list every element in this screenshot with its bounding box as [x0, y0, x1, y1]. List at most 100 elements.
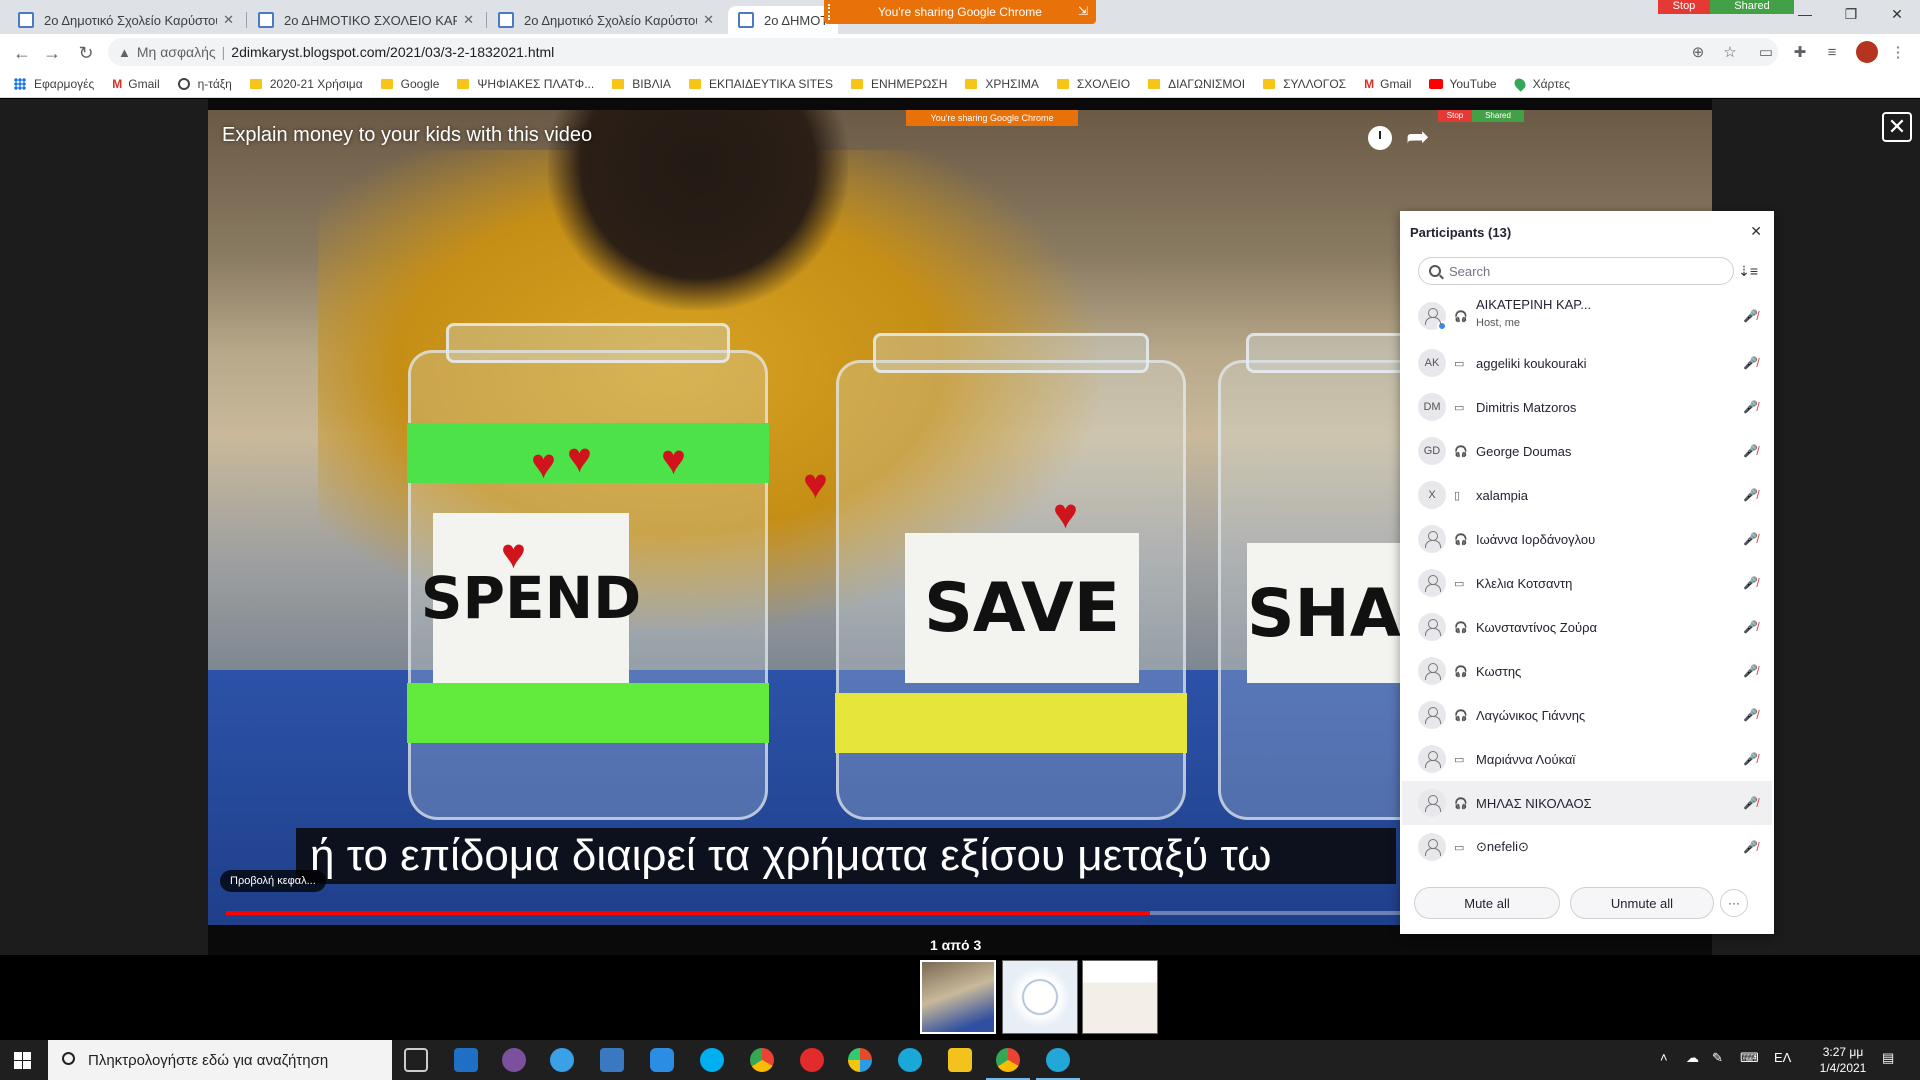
participant-row[interactable]: ▭ Κλελια Κοτσαντη 🎤̸	[1402, 561, 1772, 605]
participant-row[interactable]: AK ▭ aggeliki koukouraki 🎤̸	[1402, 341, 1772, 385]
onedrive-tray-icon[interactable]: ☁	[1686, 1050, 1699, 1066]
profile-avatar[interactable]	[1856, 41, 1878, 63]
menu-kebab-icon[interactable]: ⋮	[1888, 42, 1908, 62]
participant-row[interactable]: 🎧 ΜΗΛΑΣ ΝΙΚΟΛΑΟΣ 🎤̸	[1402, 781, 1772, 825]
chrome-icon[interactable]	[750, 1048, 774, 1072]
reading-list-icon[interactable]: ≡	[1822, 42, 1842, 62]
bookmark-youtube[interactable]: YouTube	[1429, 77, 1497, 91]
back-arrow-icon[interactable]: ←	[10, 41, 34, 65]
participant-row[interactable]: 🎧 Κωνσταντίνος Ζούρα 🎤̸	[1402, 605, 1772, 649]
thumbnail-2[interactable]	[1002, 960, 1078, 1034]
reload-icon[interactable]: ↻	[74, 41, 98, 65]
bookmark-star-icon[interactable]: ☆	[1720, 42, 1740, 62]
participant-row[interactable]: ▭ ⊙nefeli⊙ 🎤̸	[1402, 825, 1772, 869]
edge-browser-icon[interactable]	[898, 1048, 922, 1072]
bookmark-folder[interactable]: ΨΗΦΙΑΚΕΣ ΠΛΑΤΦ...	[457, 77, 594, 91]
muted-mic-icon[interactable]: 🎤̸	[1743, 309, 1758, 323]
participant-row[interactable]: 🎧 Ιωάννα Ιορδάνογλου 🎤̸	[1402, 517, 1772, 561]
url-text[interactable]: 2dimkaryst.blogspot.com/2021/03/3-2-1832…	[231, 44, 554, 60]
zoom-meeting-icon[interactable]	[1046, 1048, 1070, 1072]
muted-mic-icon[interactable]: 🎤̸	[1743, 356, 1758, 370]
drag-handle-icon[interactable]	[828, 4, 832, 20]
address-bar[interactable]: ▲ Μη ασφαλής | 2dimkaryst.blogspot.com/2…	[108, 38, 1778, 66]
sort-list-icon[interactable]: ⇣≡	[1738, 263, 1758, 280]
bookmark-folder[interactable]: ΒΙΒΛΙΑ	[612, 77, 671, 91]
show-hidden-icons-chevron-icon[interactable]: ˄	[1660, 1050, 1668, 1065]
muted-mic-icon[interactable]: 🎤̸	[1743, 488, 1758, 502]
tab-close-icon[interactable]: ✕	[703, 12, 714, 28]
onedrive-cloud-icon[interactable]	[650, 1048, 674, 1072]
participant-row[interactable]: GD 🎧 George Doumas 🎤̸	[1402, 429, 1772, 473]
extensions-icon[interactable]: ✚	[1790, 42, 1810, 62]
close-lightbox-icon[interactable]: ✕	[1882, 112, 1912, 142]
muted-mic-icon[interactable]: 🎤̸	[1743, 532, 1758, 546]
chrome-active-icon[interactable]	[996, 1048, 1020, 1072]
bookmark-folder[interactable]: 2020-21 Χρήσιμα	[249, 77, 363, 91]
media-player-icon[interactable]	[800, 1048, 824, 1072]
more-options-button[interactable]: ···	[1720, 889, 1748, 917]
bookmark-folder[interactable]: ΕΚΠΑΙΔΕΥΤΙΚΑ SITES	[688, 77, 833, 91]
forward-arrow-icon[interactable]: →	[40, 41, 64, 65]
browser-tab-3[interactable]: 2ο Δημοτικό Σχολείο Καρύστου ✕	[488, 6, 724, 34]
tab-close-icon[interactable]: ✕	[463, 12, 474, 28]
viber-icon[interactable]	[502, 1048, 526, 1072]
unpin-icon[interactable]: ⇲	[1078, 4, 1088, 18]
muted-mic-icon[interactable]: 🎤̸	[1743, 796, 1758, 810]
stop-share-button[interactable]: Stop	[1658, 0, 1710, 14]
view-chapters-button[interactable]: Προβολή κεφαλ...	[220, 870, 326, 892]
participant-row[interactable]: DM ▭ Dimitris Matzoros 🎤̸	[1402, 385, 1772, 429]
bookmark-folder[interactable]: ΕΝΗΜΕΡΩΣΗ	[851, 77, 947, 91]
bookmark-folder[interactable]: ΣΥΛΛΟΓΟΣ	[1263, 77, 1346, 91]
cast-icon[interactable]: ▭	[1756, 42, 1776, 62]
taskbar-search-box[interactable]: Πληκτρολογήστε εδώ για αναζήτηση	[48, 1040, 392, 1080]
muted-mic-icon[interactable]: 🎤̸	[1743, 664, 1758, 678]
muted-mic-icon[interactable]: 🎤̸	[1743, 400, 1758, 414]
muted-mic-icon[interactable]: 🎤̸	[1743, 620, 1758, 634]
input-language[interactable]: ΕΛ	[1774, 1050, 1791, 1065]
screen-share-banner[interactable]: You're sharing Google Chrome ⇲	[824, 0, 1096, 24]
calculator-icon[interactable]	[600, 1048, 624, 1072]
muted-mic-icon[interactable]: 🎤̸	[1743, 576, 1758, 590]
mute-all-button[interactable]: Mute all	[1414, 887, 1560, 919]
browser-tab-2[interactable]: 2ο ΔΗΜΟΤΙΚΟ ΣΧΟΛΕΙΟ ΚΑΡΥΣΤ ✕	[248, 6, 484, 34]
participant-row[interactable]: X ▯ xalampia 🎤̸	[1402, 473, 1772, 517]
muted-mic-icon[interactable]: 🎤̸	[1743, 708, 1758, 722]
tab-close-icon[interactable]: ✕	[223, 12, 234, 28]
pen-tray-icon[interactable]: ✎	[1712, 1050, 1723, 1066]
security-label[interactable]: Μη ασφαλής	[137, 44, 216, 60]
watch-later-clock-icon[interactable]	[1368, 126, 1392, 150]
file-explorer-store-icon[interactable]	[454, 1048, 478, 1072]
thumbnail-3[interactable]	[1082, 960, 1158, 1034]
video-progress-bar[interactable]	[226, 911, 1426, 915]
muted-mic-icon[interactable]: 🎤̸	[1743, 752, 1758, 766]
task-view-icon[interactable]	[404, 1048, 428, 1072]
bookmark-folder[interactable]: ΔΙΑΓΩΝΙΣΜΟΙ	[1148, 77, 1245, 91]
bookmark-folder[interactable]: ΧΡΗΣΙΜΑ	[965, 77, 1039, 91]
muted-mic-icon[interactable]: 🎤̸	[1743, 840, 1758, 854]
bookmark-apps[interactable]: Εφαρμογές	[14, 77, 94, 91]
unmute-all-button[interactable]: Unmute all	[1570, 887, 1714, 919]
bookmark-etaxi[interactable]: η-τάξη	[177, 77, 232, 91]
close-window-icon[interactable]: ✕	[1874, 0, 1920, 28]
skype-icon[interactable]	[700, 1048, 724, 1072]
paint-3d-icon[interactable]	[848, 1048, 872, 1072]
bookmark-maps[interactable]: Χάρτες	[1511, 75, 1570, 92]
close-panel-icon[interactable]: ✕	[1750, 223, 1762, 240]
bookmark-folder[interactable]: ΣΧΟΛΕΙΟ	[1056, 77, 1130, 91]
bookmark-gmail[interactable]: M Gmail	[112, 77, 159, 91]
participant-row[interactable]: 🎧 Λαγώνικος Γιάννης 🎤̸	[1402, 693, 1772, 737]
bookmark-folder[interactable]: Google	[380, 77, 439, 91]
windows-start-icon[interactable]	[14, 1052, 31, 1069]
notifications-icon[interactable]: ▤	[1882, 1050, 1894, 1066]
participant-search-input[interactable]: Search	[1418, 257, 1734, 285]
participant-row[interactable]: 🎧 ΑΙΚΑΤΕΡΙΝΗ ΚΑΡ... Host, me 🎤̸	[1402, 291, 1772, 341]
clock[interactable]: 3:27 μμ 1/4/2021	[1808, 1044, 1878, 1076]
minimize-icon[interactable]: —	[1782, 0, 1828, 28]
participant-row[interactable]: 🎧 Κωστης 🎤̸	[1402, 649, 1772, 693]
bookmark-gmail[interactable]: M Gmail	[1364, 77, 1411, 91]
muted-mic-icon[interactable]: 🎤̸	[1743, 444, 1758, 458]
thumbnail-1-selected[interactable]	[920, 960, 996, 1034]
keyboard-tray-icon[interactable]: ⌨	[1740, 1050, 1759, 1066]
share-arrow-icon[interactable]: ➦	[1406, 120, 1429, 153]
photos-app-icon[interactable]	[550, 1048, 574, 1072]
